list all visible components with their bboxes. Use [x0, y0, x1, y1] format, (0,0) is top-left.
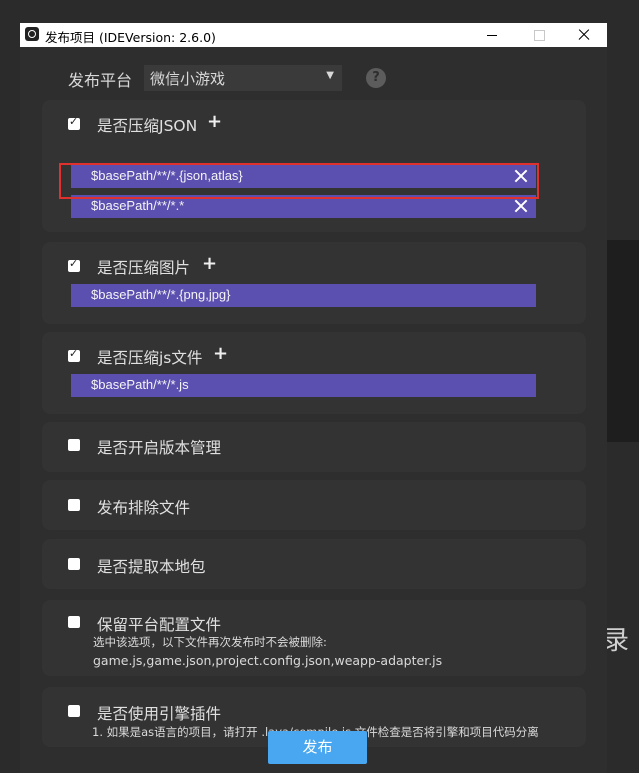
publish-dialog: 发布项目 (IDEVersion: 2.6.0) 发布平台 微信小游戏 ▼ ? … — [20, 23, 607, 773]
section-compress-images: 是否压缩图片 + $basePath/**/*.{png,jpg} — [42, 242, 586, 324]
section-title: 保留平台配置文件 — [97, 616, 222, 634]
section-description: 选中该选项，以下文件再次发布时不会被删除: — [93, 635, 327, 649]
compress-images-checkbox[interactable] — [68, 257, 80, 272]
close-button[interactable] — [562, 23, 607, 47]
app-icon — [25, 27, 39, 41]
pattern-text: $basePath/**/*.* — [91, 198, 185, 213]
section-title: 是否开启版本管理 — [97, 439, 222, 457]
title-bar: 发布项目 (IDEVersion: 2.6.0) — [20, 23, 607, 47]
version-management-checkbox[interactable] — [68, 439, 80, 451]
compress-json-checkbox[interactable] — [68, 115, 80, 130]
section-title: 是否压缩js文件 — [97, 349, 203, 367]
highlight-box — [59, 163, 539, 199]
section-version-management: 是否开启版本管理 — [42, 422, 586, 472]
section-exclude-files: 发布排除文件 — [42, 480, 586, 530]
section-local-package: 是否提取本地包 — [42, 539, 586, 589]
section-title: 是否使用引擎插件 — [97, 705, 222, 723]
compress-js-checkbox[interactable] — [68, 347, 80, 362]
engine-plugin-checkbox[interactable] — [68, 705, 80, 717]
add-image-pattern-icon[interactable]: + — [202, 253, 217, 274]
section-title: 发布排除文件 — [97, 499, 191, 517]
section-title: 是否压缩图片 — [97, 259, 191, 277]
exclude-files-checkbox[interactable] — [68, 499, 80, 511]
config-file-list: game.js,game.json,project.config.json,we… — [93, 653, 443, 668]
platform-label: 发布平台 — [68, 71, 133, 90]
pattern-tag: $basePath/**/*.{png,jpg} — [71, 284, 536, 307]
pattern-text: $basePath/**/*.js — [91, 377, 189, 392]
section-title: 是否提取本地包 — [97, 558, 206, 576]
platform-select[interactable]: 微信小游戏 ▼ — [144, 65, 342, 91]
window-title: 发布项目 (IDEVersion: 2.6.0) — [45, 30, 216, 45]
pattern-tag: $basePath/**/*.js — [71, 374, 536, 397]
publish-button[interactable]: 发布 — [268, 731, 367, 764]
pattern-text: $basePath/**/*.{png,jpg} — [91, 287, 231, 302]
maximize-button[interactable] — [516, 23, 562, 47]
add-json-pattern-icon[interactable]: + — [207, 111, 222, 132]
chevron-down-icon: ▼ — [326, 70, 334, 81]
dialog-content: 发布平台 微信小游戏 ▼ ? 是否压缩JSON + $basePath/**/*… — [20, 47, 607, 773]
keep-config-checkbox[interactable] — [68, 616, 80, 628]
section-keep-config: 保留平台配置文件 选中该选项，以下文件再次发布时不会被删除: game.js,g… — [42, 600, 586, 676]
add-js-pattern-icon[interactable]: + — [213, 343, 228, 364]
minimize-button[interactable] — [470, 23, 516, 47]
help-icon[interactable]: ? — [366, 68, 386, 88]
section-title: 是否压缩JSON — [97, 117, 198, 135]
remove-pattern-icon[interactable] — [512, 197, 530, 215]
platform-select-value: 微信小游戏 — [150, 70, 226, 88]
section-compress-js: 是否压缩js文件 + $basePath/**/*.js — [42, 332, 586, 414]
local-package-checkbox[interactable] — [68, 558, 80, 570]
